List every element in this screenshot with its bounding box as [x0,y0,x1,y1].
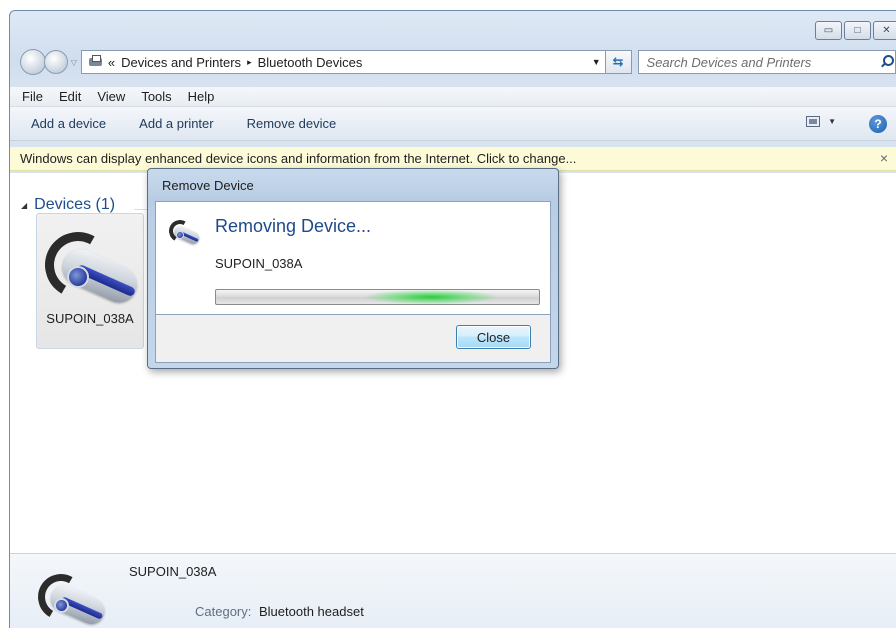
remove-device-dialog: Remove Device Removing Device... SUPOIN_… [147,168,559,369]
devices-group-header[interactable]: ◢ Devices (1) [21,196,115,214]
forward-button[interactable] [43,50,68,74]
minimize-icon: ▭ [823,25,834,36]
info-bar-message[interactable]: Windows can display enhanced device icon… [20,151,576,166]
breadcrumb-separator-icon[interactable]: ▸ [247,57,252,68]
menu-help[interactable]: Help [188,89,215,104]
search-placeholder: Search Devices and Printers [646,54,812,70]
refresh-button[interactable]: ⇆ [605,50,632,74]
progress-indicator [366,290,496,304]
dialog-content-panel: Removing Device... SUPOIN_038A [155,201,551,315]
refresh-icon: ⇆ [612,54,624,69]
details-category: Category: Bluetooth headset [195,604,364,619]
maximize-icon: □ [854,25,861,36]
details-device-name: SUPOIN_038A [129,564,217,579]
menu-file[interactable]: File [22,89,43,104]
address-overflow[interactable]: « [108,55,115,70]
back-button[interactable] [20,49,46,75]
device-name-label: SUPOIN_038A [46,311,134,326]
address-dropdown-icon[interactable]: ▼ [586,57,605,67]
breadcrumb-bluetooth-devices[interactable]: Bluetooth Devices [258,55,363,70]
devices-printers-icon [88,55,104,69]
maximize-button[interactable]: □ [844,21,871,40]
change-view-button[interactable]: ▼ [806,116,836,127]
dialog-heading: Removing Device... [215,216,372,236]
close-button[interactable]: Close [456,325,531,349]
window-frame-edge [0,0,9,628]
minimize-button[interactable]: ▭ [815,21,842,40]
chevron-down-icon: ▼ [828,117,836,126]
menu-view[interactable]: View [97,89,125,104]
address-row: ▽ « Devices and Printers ▸ Bluetooth Dev… [20,49,896,75]
address-bar[interactable]: « Devices and Printers ▸ Bluetooth Devic… [80,50,606,74]
collapse-triangle-icon[interactable]: ◢ [21,201,27,210]
removal-progress-bar [215,289,540,305]
close-window-button[interactable]: ✕ [873,21,896,40]
close-icon: ✕ [882,25,891,36]
menu-tools[interactable]: Tools [141,89,171,104]
devices-group-title: Devices (1) [34,196,116,213]
bluetooth-headset-icon [32,568,109,628]
dialog-title: Remove Device [162,177,254,193]
info-bar-close-icon[interactable]: × [880,150,888,166]
device-tile[interactable]: SUPOIN_038A [36,213,144,349]
menu-bar: File Edit View Tools Help [10,87,896,107]
dialog-device-name: SUPOIN_038A [215,256,303,271]
menu-edit[interactable]: Edit [59,89,81,104]
dialog-footer: Close [155,315,551,363]
bluetooth-headset-icon [166,217,202,248]
category-label: Category: [195,604,252,619]
add-printer-button[interactable]: Add a printer [139,116,213,131]
breadcrumb-devices-and-printers[interactable]: Devices and Printers [121,55,241,70]
caption-buttons: ▭ □ ✕ [815,21,896,40]
details-pane: SUPOIN_038A Category: Bluetooth headset [10,553,896,628]
search-icon[interactable] [879,54,894,68]
bluetooth-headset-icon [37,224,143,318]
search-input[interactable]: Search Devices and Printers [637,50,896,74]
view-icon [806,116,821,127]
remove-device-button[interactable]: Remove device [247,116,337,131]
add-device-button[interactable]: Add a device [31,116,106,131]
help-icon[interactable]: ? [869,115,887,133]
recent-pages-dropdown[interactable]: ▽ [71,58,77,67]
category-value: Bluetooth headset [259,604,364,619]
command-bar: Add a device Add a printer Remove device… [10,107,896,141]
